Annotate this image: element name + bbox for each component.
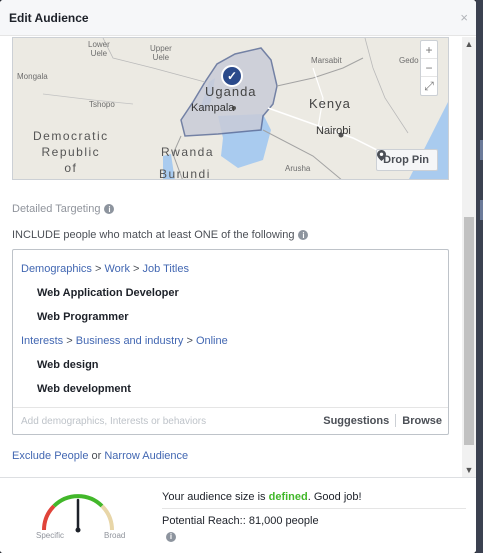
map-zoom-control: + − ⤢: [420, 40, 438, 96]
path-separator: >: [133, 263, 140, 275]
divider: [395, 414, 397, 427]
path-segment[interactable]: Work: [104, 263, 129, 275]
targeting-search-input[interactable]: Add demographics, Interests or behaviors: [21, 416, 206, 427]
targeting-item[interactable]: Web design: [37, 359, 99, 371]
reach-info-icon[interactable]: i: [166, 530, 176, 542]
gauge-specific-label: Specific: [36, 531, 65, 540]
pin-icon: [377, 150, 387, 161]
audience-size-state: defined: [268, 491, 308, 503]
gauge-broad-label: Broad: [104, 531, 126, 540]
map-label-lower-uele: Lower Uele: [88, 40, 110, 58]
path-separator: >: [94, 263, 102, 275]
audience-size-prefix: Your audience size is: [162, 491, 266, 503]
detailed-targeting-text: Detailed Targeting: [12, 203, 101, 215]
or-text: or: [91, 450, 102, 462]
map-label-rwanda: Rwanda: [161, 145, 215, 159]
path-segment[interactable]: Online: [196, 335, 228, 347]
close-icon[interactable]: ×: [460, 10, 468, 25]
path-segment[interactable]: Job Titles: [143, 263, 189, 275]
targeting-item[interactable]: Web Programmer: [37, 311, 129, 323]
audience-size-suffix: . Good job!: [307, 491, 362, 503]
include-text: INCLUDE people who match at least ONE of…: [12, 229, 295, 241]
edit-audience-dialog: Edit Audience × Lower Uele Upper Uele Ma…: [0, 0, 476, 553]
scrollbar-thumb[interactable]: [464, 217, 474, 445]
path-segment[interactable]: Business and industry: [76, 335, 184, 347]
scroll-up-icon[interactable]: ▲: [462, 39, 476, 49]
zoom-in-button[interactable]: +: [421, 41, 437, 59]
dialog-title: Edit Audience: [9, 10, 89, 25]
audience-summary: Specific Broad Your audience size is def…: [0, 477, 476, 553]
scrollbar[interactable]: ▲ ▼: [462, 37, 476, 477]
map-label-upper-uele: Upper Uele: [150, 44, 172, 62]
info-icon[interactable]: i: [104, 204, 115, 214]
map-label-arusha: Arusha: [285, 164, 311, 173]
exclude-people-link[interactable]: Exclude People: [12, 450, 88, 462]
info-icon[interactable]: i: [298, 230, 309, 240]
dialog-body[interactable]: Lower Uele Upper Uele Marsabit Gedo Mong…: [0, 37, 476, 477]
zoom-out-button[interactable]: −: [421, 59, 437, 77]
dialog-header: Edit Audience ×: [0, 0, 476, 36]
map-label-kenya: Kenya: [309, 96, 351, 111]
path-segment[interactable]: Demographics: [21, 263, 92, 275]
targeting-item[interactable]: Web Application Developer: [37, 287, 179, 299]
targeting-input-row: Add demographics, Interests or behaviors…: [13, 407, 448, 434]
suggestions-button[interactable]: Suggestions: [323, 415, 389, 427]
drop-pin-button[interactable]: Drop Pin: [376, 149, 438, 171]
include-label: INCLUDE people who match at least ONE of…: [12, 229, 309, 241]
targeting-path: Interests > Business and industry > Onli…: [21, 335, 228, 347]
targeting-box[interactable]: Demographics > Work > Job Titles Web App…: [12, 249, 449, 435]
targeting-path: Demographics > Work > Job Titles: [21, 263, 189, 275]
check-icon: ✓: [226, 69, 238, 83]
targeting-item[interactable]: Web development: [37, 383, 131, 395]
map-label-marsabit: Marsabit: [311, 56, 342, 65]
map-label-tshopo: Tshopo: [89, 100, 115, 109]
targeting-links: Suggestions Browse: [323, 414, 442, 427]
drop-pin-label: Drop Pin: [383, 154, 429, 166]
divider: [162, 508, 466, 509]
reach-value: 81,000 people: [248, 515, 319, 527]
reach-label: Potential Reach::: [162, 515, 246, 527]
map-label-nairobi: Nairobi: [316, 125, 351, 137]
location-pin-icon[interactable]: ✓: [221, 65, 243, 87]
detailed-targeting-label: Detailed Targeting i: [12, 203, 115, 215]
map-label-burundi: Burundi: [159, 167, 211, 180]
fullscreen-icon[interactable]: ⤢: [421, 77, 437, 95]
browse-button[interactable]: Browse: [402, 415, 442, 427]
audience-size-text: Your audience size is defined. Good job!: [162, 491, 362, 503]
path-separator: >: [66, 335, 73, 347]
path-separator: >: [186, 335, 193, 347]
map-label-gedo: Gedo: [399, 56, 419, 65]
page-backdrop: [476, 0, 483, 553]
location-map[interactable]: Lower Uele Upper Uele Marsabit Gedo Mong…: [12, 37, 449, 180]
potential-reach: Potential Reach:: 81,000 people: [162, 515, 319, 527]
map-label-mongala: Mongala: [17, 72, 48, 81]
scroll-down-icon[interactable]: ▼: [462, 465, 476, 475]
path-segment[interactable]: Interests: [21, 335, 63, 347]
exclude-row: Exclude People or Narrow Audience: [12, 450, 188, 462]
narrow-audience-link[interactable]: Narrow Audience: [104, 450, 188, 462]
map-label-drc: Democratic Republic of: [33, 129, 109, 175]
map-label-kampala: Kampala: [191, 102, 235, 114]
